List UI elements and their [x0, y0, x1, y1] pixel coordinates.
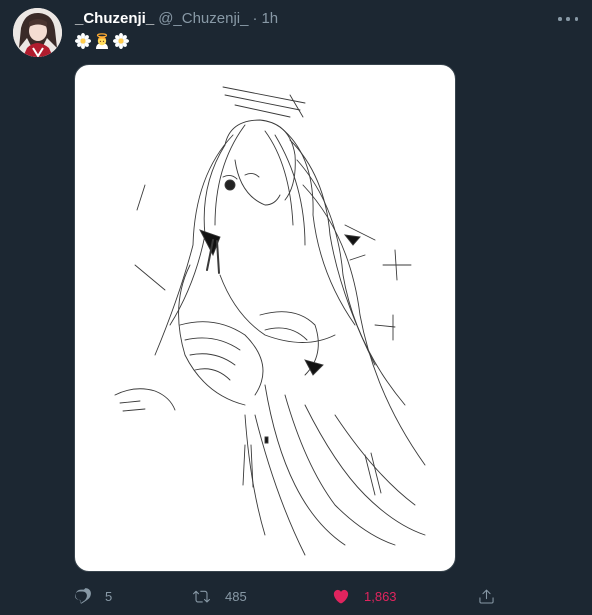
- heart-icon: [333, 589, 349, 603]
- retweet-button[interactable]: 485: [192, 585, 247, 607]
- line-art-sketch: [114, 86, 426, 556]
- like-button[interactable]: 1,863: [332, 585, 397, 607]
- tweet-actions: 5 485 1,863: [74, 585, 504, 607]
- reply-button[interactable]: 5: [74, 585, 112, 607]
- user-handle[interactable]: @_Chuzenji_: [158, 10, 248, 27]
- display-name[interactable]: _Chuzenji_: [75, 10, 154, 27]
- tweet-header: _Chuzenji_ @_Chuzenji_ · 1h: [75, 9, 278, 29]
- tweet[interactable]: _Chuzenji_ @_Chuzenji_ · 1h 5 485 1,863: [0, 0, 592, 615]
- tweet-text: [75, 31, 129, 51]
- share-icon: [479, 589, 494, 604]
- daisy-emoji: [113, 33, 129, 49]
- separator-dot: ·: [252, 10, 258, 27]
- share-button[interactable]: [478, 585, 495, 607]
- daisy-emoji: [75, 33, 91, 49]
- retweet-count: 485: [225, 588, 247, 604]
- more-options-icon[interactable]: [558, 10, 578, 28]
- reply-count: 5: [105, 588, 113, 604]
- timestamp[interactable]: 1h: [261, 10, 278, 27]
- avatar[interactable]: [13, 8, 62, 57]
- angel-emoji: [96, 33, 108, 49]
- reply-icon: [75, 587, 91, 604]
- tweet-media-image[interactable]: [74, 64, 456, 572]
- avatar-image: [13, 8, 62, 57]
- retweet-icon: [193, 590, 210, 602]
- like-count: 1,863: [364, 588, 397, 604]
